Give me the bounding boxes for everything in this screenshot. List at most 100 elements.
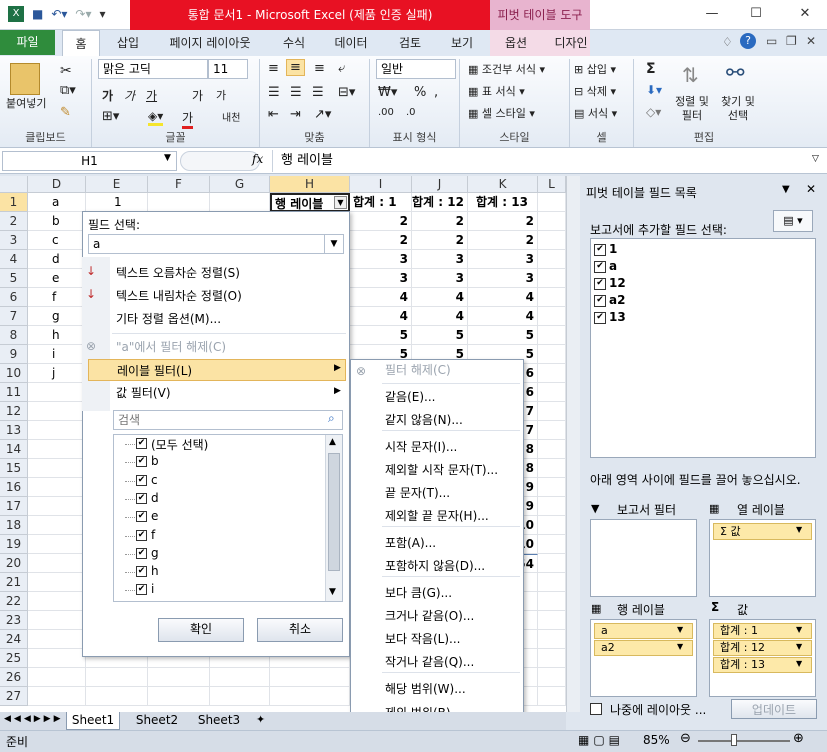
tab-page-layout[interactable]: 페이지 레이아웃 bbox=[160, 30, 260, 56]
font-color-button[interactable]: 가 bbox=[182, 109, 194, 129]
field-select-chevron-icon[interactable]: ▼ bbox=[324, 235, 343, 253]
format-cells-button[interactable]: ▤ 서식 ▾ bbox=[574, 105, 617, 121]
maximize-icon[interactable]: ☐ bbox=[746, 6, 766, 21]
row-header[interactable]: 22 bbox=[0, 592, 28, 611]
chevron-down-icon[interactable]: ▼ bbox=[796, 659, 802, 668]
field-layout-button[interactable]: ▤ ▾ bbox=[773, 210, 813, 232]
submenu-item[interactable]: 보다 작음(L)... bbox=[352, 628, 522, 650]
grid-cell[interactable] bbox=[28, 611, 86, 630]
ribbon-collapse-icon[interactable]: ♢ bbox=[722, 35, 733, 49]
align-top-icon[interactable]: ≡ bbox=[268, 61, 279, 76]
field-checkbox[interactable]: ✔ bbox=[594, 278, 606, 290]
bold-button[interactable]: 가 bbox=[102, 87, 113, 104]
list-scroll-thumb[interactable] bbox=[328, 453, 340, 571]
row-header[interactable]: 3 bbox=[0, 231, 28, 250]
grid-cell[interactable] bbox=[538, 592, 566, 611]
checkbox[interactable]: ✔ bbox=[136, 566, 147, 578]
row-header[interactable]: 16 bbox=[0, 478, 28, 497]
doc-restore-icon[interactable]: ❐ bbox=[786, 34, 797, 48]
row-header[interactable]: 13 bbox=[0, 421, 28, 440]
grid-cell[interactable] bbox=[538, 554, 566, 573]
grid-cell[interactable] bbox=[538, 440, 566, 459]
autosum-button[interactable]: Σ bbox=[646, 61, 656, 77]
find-select-button[interactable]: 찾기 및 선택 bbox=[718, 95, 758, 123]
grid-cell[interactable] bbox=[28, 516, 86, 535]
align-right-icon[interactable]: ☰ bbox=[312, 85, 324, 100]
fill-color-icon[interactable]: ◈▾ bbox=[148, 109, 164, 126]
number-format-select[interactable]: 일반 bbox=[376, 59, 456, 79]
grid-cell[interactable] bbox=[86, 687, 148, 706]
zoom-out-icon[interactable]: ⊖ bbox=[680, 731, 691, 746]
name-box[interactable]: H1 bbox=[2, 151, 177, 171]
row-header[interactable]: 9 bbox=[0, 345, 28, 364]
cell-d[interactable]: j bbox=[28, 364, 86, 383]
formula-divider[interactable] bbox=[180, 151, 260, 171]
row-header[interactable]: 4 bbox=[0, 250, 28, 269]
grid-cell[interactable] bbox=[148, 687, 210, 706]
checkbox[interactable]: ✔ bbox=[136, 474, 147, 486]
undo-icon[interactable]: ↶▾ bbox=[51, 7, 67, 21]
submenu-item[interactable]: 끝 문자(T)... bbox=[352, 482, 522, 504]
grid-cell[interactable] bbox=[28, 421, 86, 440]
row-header[interactable]: 11 bbox=[0, 383, 28, 402]
row-header[interactable]: 15 bbox=[0, 459, 28, 478]
row-header[interactable]: 21 bbox=[0, 573, 28, 592]
cell-d[interactable]: h bbox=[28, 326, 86, 345]
column-header[interactable]: I bbox=[350, 176, 412, 193]
binoculars-icon[interactable]: ⚯ bbox=[726, 61, 744, 86]
grid-cell[interactable] bbox=[538, 402, 566, 421]
row-header[interactable]: 25 bbox=[0, 649, 28, 668]
chevron-down-icon[interactable]: ▼ bbox=[796, 525, 802, 534]
column-header[interactable]: G bbox=[210, 176, 270, 193]
submenu-item[interactable]: 시작 문자(I)... bbox=[352, 436, 522, 458]
help-icon[interactable]: ? bbox=[740, 33, 756, 49]
field-list[interactable] bbox=[590, 238, 816, 458]
grid-cell[interactable] bbox=[210, 668, 270, 687]
tab-home[interactable]: 홈 bbox=[62, 30, 100, 56]
grid-cell[interactable] bbox=[28, 592, 86, 611]
chevron-down-icon[interactable]: ▼ bbox=[796, 642, 802, 651]
checkbox[interactable]: ✔ bbox=[136, 529, 147, 541]
grid-cell[interactable] bbox=[538, 326, 566, 345]
grid-cell[interactable] bbox=[538, 212, 566, 231]
submenu-item[interactable]: 크거나 같음(O)... bbox=[352, 605, 522, 627]
row-header[interactable]: 24 bbox=[0, 630, 28, 649]
row-header[interactable]: 8 bbox=[0, 326, 28, 345]
submenu-item[interactable]: 같음(E)... bbox=[352, 386, 522, 408]
paste-icon[interactable] bbox=[10, 63, 40, 95]
cell-d[interactable]: b bbox=[28, 212, 86, 231]
grid-cell[interactable] bbox=[538, 193, 566, 212]
percent-button[interactable]: % bbox=[414, 85, 426, 100]
panel-close-icon[interactable]: ✕ bbox=[806, 182, 816, 196]
grid-cell[interactable] bbox=[270, 668, 350, 687]
formula-expand-icon[interactable]: ▽ bbox=[812, 154, 819, 164]
grid-cell[interactable] bbox=[538, 535, 566, 554]
zoom-slider[interactable] bbox=[698, 740, 790, 742]
menu-sort-asc[interactable]: 텍스트 오름차순 정렬(S) bbox=[88, 262, 346, 284]
column-header[interactable]: L bbox=[538, 176, 566, 193]
save-icon[interactable]: ■ bbox=[32, 7, 43, 21]
grid-cell[interactable] bbox=[28, 554, 86, 573]
row-header[interactable]: 12 bbox=[0, 402, 28, 421]
grid-cell[interactable] bbox=[538, 288, 566, 307]
row-header[interactable]: 23 bbox=[0, 611, 28, 630]
grid-cell[interactable] bbox=[28, 383, 86, 402]
checkbox[interactable]: ✔ bbox=[136, 438, 147, 449]
row-header[interactable]: 27 bbox=[0, 687, 28, 706]
grid-cell[interactable] bbox=[86, 668, 148, 687]
excel-icon[interactable]: X bbox=[8, 6, 24, 22]
grid-cell[interactable] bbox=[28, 440, 86, 459]
column-header[interactable]: D bbox=[28, 176, 86, 193]
cell-e[interactable]: 1 bbox=[86, 193, 148, 212]
submenu-item[interactable]: 같지 않음(N)... bbox=[352, 409, 522, 431]
menu-value-filter[interactable]: 값 필터(V) bbox=[88, 382, 346, 404]
indent-decrease-icon[interactable]: ⇤ bbox=[268, 107, 279, 122]
grid-cell[interactable] bbox=[210, 193, 270, 212]
defer-update-checkbox[interactable] bbox=[590, 703, 602, 715]
fill-icon[interactable]: ⬇▾ bbox=[646, 83, 662, 97]
grid-cell[interactable] bbox=[148, 193, 210, 212]
increase-decimal-icon[interactable]: .00 bbox=[378, 107, 394, 118]
row-header[interactable]: 18 bbox=[0, 516, 28, 535]
column-header[interactable]: H bbox=[270, 176, 350, 193]
clear-icon[interactable]: ◇▾ bbox=[646, 105, 661, 119]
